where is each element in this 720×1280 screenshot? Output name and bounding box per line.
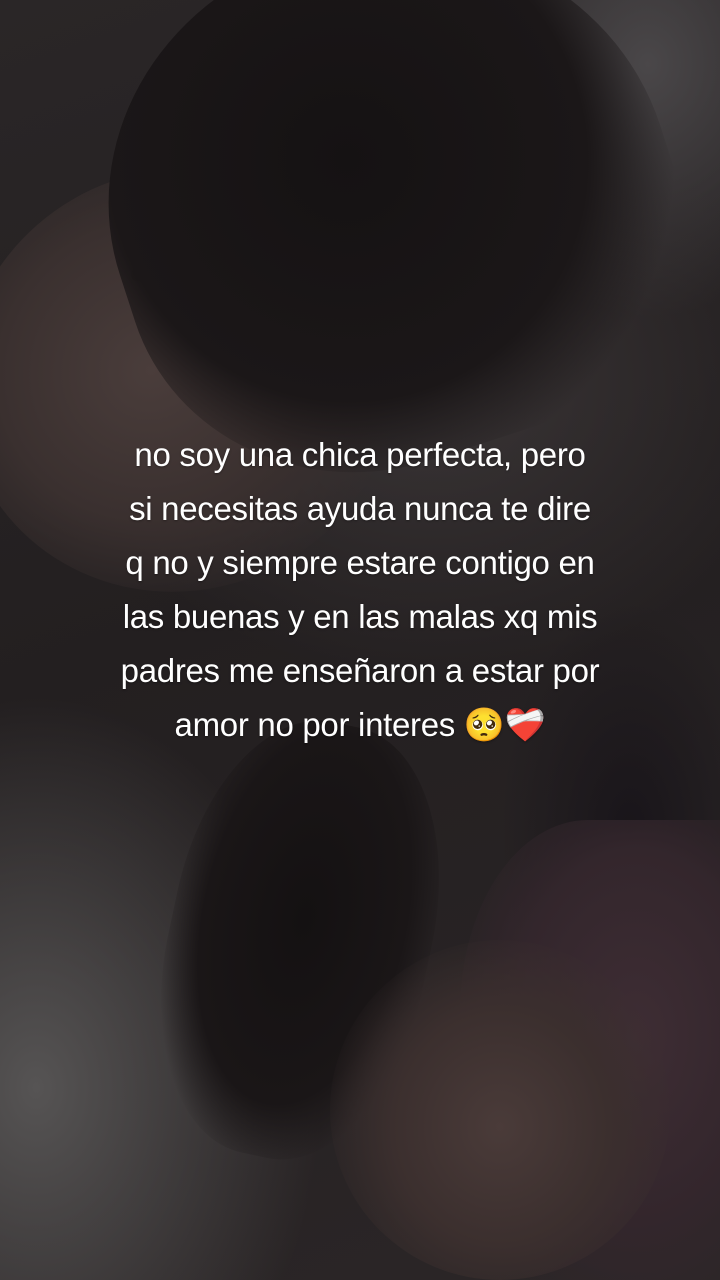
video-frame: no soy una chica perfecta, pero si neces… (0, 0, 720, 1280)
overlay-caption: no soy una chica perfecta, pero si neces… (120, 436, 600, 743)
background-neck (330, 940, 670, 1280)
